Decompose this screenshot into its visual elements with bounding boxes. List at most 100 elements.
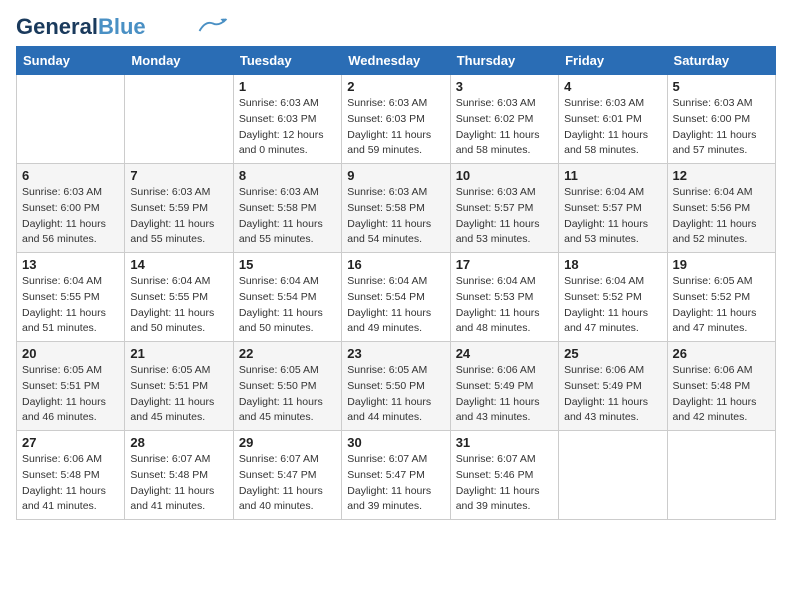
week-row-1: 1 Sunrise: 6:03 AM Sunset: 6:03 PM Daylig… (17, 75, 776, 164)
day-info: Sunrise: 6:04 AM Sunset: 5:55 PM Dayligh… (22, 274, 119, 337)
day-info: Sunrise: 6:04 AM Sunset: 5:52 PM Dayligh… (564, 274, 661, 337)
weekday-header-saturday: Saturday (667, 47, 775, 75)
day-number: 15 (239, 257, 336, 272)
calendar-cell: 21 Sunrise: 6:05 AM Sunset: 5:51 PM Dayli… (125, 342, 233, 431)
day-info: Sunrise: 6:03 AM Sunset: 6:01 PM Dayligh… (564, 96, 661, 159)
day-info: Sunrise: 6:04 AM Sunset: 5:54 PM Dayligh… (347, 274, 444, 337)
day-number: 1 (239, 79, 336, 94)
day-number: 12 (673, 168, 770, 183)
day-number: 11 (564, 168, 661, 183)
day-number: 8 (239, 168, 336, 183)
day-info: Sunrise: 6:03 AM Sunset: 5:58 PM Dayligh… (347, 185, 444, 248)
calendar-cell (17, 75, 125, 164)
week-row-2: 6 Sunrise: 6:03 AM Sunset: 6:00 PM Daylig… (17, 164, 776, 253)
calendar-cell: 27 Sunrise: 6:06 AM Sunset: 5:48 PM Dayli… (17, 431, 125, 520)
logo-bird-icon (198, 16, 228, 34)
calendar-cell: 17 Sunrise: 6:04 AM Sunset: 5:53 PM Dayli… (450, 253, 558, 342)
calendar-cell: 23 Sunrise: 6:05 AM Sunset: 5:50 PM Dayli… (342, 342, 450, 431)
day-number: 25 (564, 346, 661, 361)
calendar-cell (559, 431, 667, 520)
day-info: Sunrise: 6:04 AM Sunset: 5:56 PM Dayligh… (673, 185, 770, 248)
weekday-header-row: SundayMondayTuesdayWednesdayThursdayFrid… (17, 47, 776, 75)
day-number: 23 (347, 346, 444, 361)
day-number: 5 (673, 79, 770, 94)
day-number: 10 (456, 168, 553, 183)
calendar-cell: 3 Sunrise: 6:03 AM Sunset: 6:02 PM Daylig… (450, 75, 558, 164)
day-info: Sunrise: 6:05 AM Sunset: 5:51 PM Dayligh… (22, 363, 119, 426)
calendar-cell: 9 Sunrise: 6:03 AM Sunset: 5:58 PM Daylig… (342, 164, 450, 253)
logo-text: GeneralBlue (16, 16, 146, 38)
day-info: Sunrise: 6:03 AM Sunset: 5:57 PM Dayligh… (456, 185, 553, 248)
calendar-cell: 1 Sunrise: 6:03 AM Sunset: 6:03 PM Daylig… (233, 75, 341, 164)
day-info: Sunrise: 6:04 AM Sunset: 5:57 PM Dayligh… (564, 185, 661, 248)
calendar-cell: 30 Sunrise: 6:07 AM Sunset: 5:47 PM Dayli… (342, 431, 450, 520)
calendar-cell: 19 Sunrise: 6:05 AM Sunset: 5:52 PM Dayli… (667, 253, 775, 342)
day-info: Sunrise: 6:05 AM Sunset: 5:50 PM Dayligh… (347, 363, 444, 426)
calendar-cell: 5 Sunrise: 6:03 AM Sunset: 6:00 PM Daylig… (667, 75, 775, 164)
calendar-cell: 15Sunrise: 6:04 AM Sunset: 5:54 PM Dayli… (233, 253, 341, 342)
calendar-body: 1 Sunrise: 6:03 AM Sunset: 6:03 PM Daylig… (17, 75, 776, 520)
calendar-cell: 4Sunrise: 6:03 AM Sunset: 6:01 PM Daylig… (559, 75, 667, 164)
day-info: Sunrise: 6:04 AM Sunset: 5:53 PM Dayligh… (456, 274, 553, 337)
calendar-cell: 8 Sunrise: 6:03 AM Sunset: 5:58 PM Daylig… (233, 164, 341, 253)
day-info: Sunrise: 6:03 AM Sunset: 6:03 PM Dayligh… (347, 96, 444, 159)
header: GeneralBlue (16, 16, 776, 38)
day-number: 31 (456, 435, 553, 450)
day-number: 21 (130, 346, 227, 361)
day-number: 20 (22, 346, 119, 361)
day-info: Sunrise: 6:06 AM Sunset: 5:48 PM Dayligh… (22, 452, 119, 515)
day-info: Sunrise: 6:06 AM Sunset: 5:49 PM Dayligh… (456, 363, 553, 426)
day-number: 13 (22, 257, 119, 272)
day-number: 28 (130, 435, 227, 450)
calendar-cell: 18 Sunrise: 6:04 AM Sunset: 5:52 PM Dayli… (559, 253, 667, 342)
week-row-5: 27 Sunrise: 6:06 AM Sunset: 5:48 PM Dayli… (17, 431, 776, 520)
day-info: Sunrise: 6:07 AM Sunset: 5:46 PM Dayligh… (456, 452, 553, 515)
day-info: Sunrise: 6:03 AM Sunset: 5:58 PM Dayligh… (239, 185, 336, 248)
weekday-header-sunday: Sunday (17, 47, 125, 75)
day-info: Sunrise: 6:06 AM Sunset: 5:48 PM Dayligh… (673, 363, 770, 426)
calendar-cell: 6 Sunrise: 6:03 AM Sunset: 6:00 PM Daylig… (17, 164, 125, 253)
day-info: Sunrise: 6:07 AM Sunset: 5:47 PM Dayligh… (239, 452, 336, 515)
day-info: Sunrise: 6:05 AM Sunset: 5:52 PM Dayligh… (673, 274, 770, 337)
day-info: Sunrise: 6:03 AM Sunset: 6:00 PM Dayligh… (673, 96, 770, 159)
day-number: 30 (347, 435, 444, 450)
day-info: Sunrise: 6:03 AM Sunset: 6:00 PM Dayligh… (22, 185, 119, 248)
calendar-cell: 11 Sunrise: 6:04 AM Sunset: 5:57 PM Dayli… (559, 164, 667, 253)
day-number: 6 (22, 168, 119, 183)
day-number: 7 (130, 168, 227, 183)
weekday-header-thursday: Thursday (450, 47, 558, 75)
calendar-cell: 31 Sunrise: 6:07 AM Sunset: 5:46 PM Dayli… (450, 431, 558, 520)
weekday-header-tuesday: Tuesday (233, 47, 341, 75)
day-info: Sunrise: 6:07 AM Sunset: 5:47 PM Dayligh… (347, 452, 444, 515)
day-number: 9 (347, 168, 444, 183)
calendar-cell: 26Sunrise: 6:06 AM Sunset: 5:48 PM Dayli… (667, 342, 775, 431)
week-row-3: 13 Sunrise: 6:04 AM Sunset: 5:55 PM Dayli… (17, 253, 776, 342)
day-number: 19 (673, 257, 770, 272)
calendar-cell: 13 Sunrise: 6:04 AM Sunset: 5:55 PM Dayli… (17, 253, 125, 342)
calendar-cell: 29Sunrise: 6:07 AM Sunset: 5:47 PM Dayli… (233, 431, 341, 520)
day-number: 17 (456, 257, 553, 272)
day-info: Sunrise: 6:03 AM Sunset: 6:02 PM Dayligh… (456, 96, 553, 159)
day-number: 16 (347, 257, 444, 272)
calendar-cell: 12 Sunrise: 6:04 AM Sunset: 5:56 PM Dayli… (667, 164, 775, 253)
calendar-cell: 10 Sunrise: 6:03 AM Sunset: 5:57 PM Dayli… (450, 164, 558, 253)
calendar-cell: 22Sunrise: 6:05 AM Sunset: 5:50 PM Dayli… (233, 342, 341, 431)
day-info: Sunrise: 6:03 AM Sunset: 6:03 PM Dayligh… (239, 96, 336, 159)
calendar-header: SundayMondayTuesdayWednesdayThursdayFrid… (17, 47, 776, 75)
calendar-cell (667, 431, 775, 520)
day-info: Sunrise: 6:06 AM Sunset: 5:49 PM Dayligh… (564, 363, 661, 426)
day-number: 3 (456, 79, 553, 94)
day-info: Sunrise: 6:03 AM Sunset: 5:59 PM Dayligh… (130, 185, 227, 248)
day-number: 18 (564, 257, 661, 272)
calendar-cell: 25 Sunrise: 6:06 AM Sunset: 5:49 PM Dayli… (559, 342, 667, 431)
day-info: Sunrise: 6:05 AM Sunset: 5:51 PM Dayligh… (130, 363, 227, 426)
day-number: 22 (239, 346, 336, 361)
weekday-header-wednesday: Wednesday (342, 47, 450, 75)
calendar-cell (125, 75, 233, 164)
day-number: 27 (22, 435, 119, 450)
weekday-header-friday: Friday (559, 47, 667, 75)
calendar-cell: 7 Sunrise: 6:03 AM Sunset: 5:59 PM Daylig… (125, 164, 233, 253)
day-number: 2 (347, 79, 444, 94)
day-number: 14 (130, 257, 227, 272)
calendar-cell: 20 Sunrise: 6:05 AM Sunset: 5:51 PM Dayli… (17, 342, 125, 431)
